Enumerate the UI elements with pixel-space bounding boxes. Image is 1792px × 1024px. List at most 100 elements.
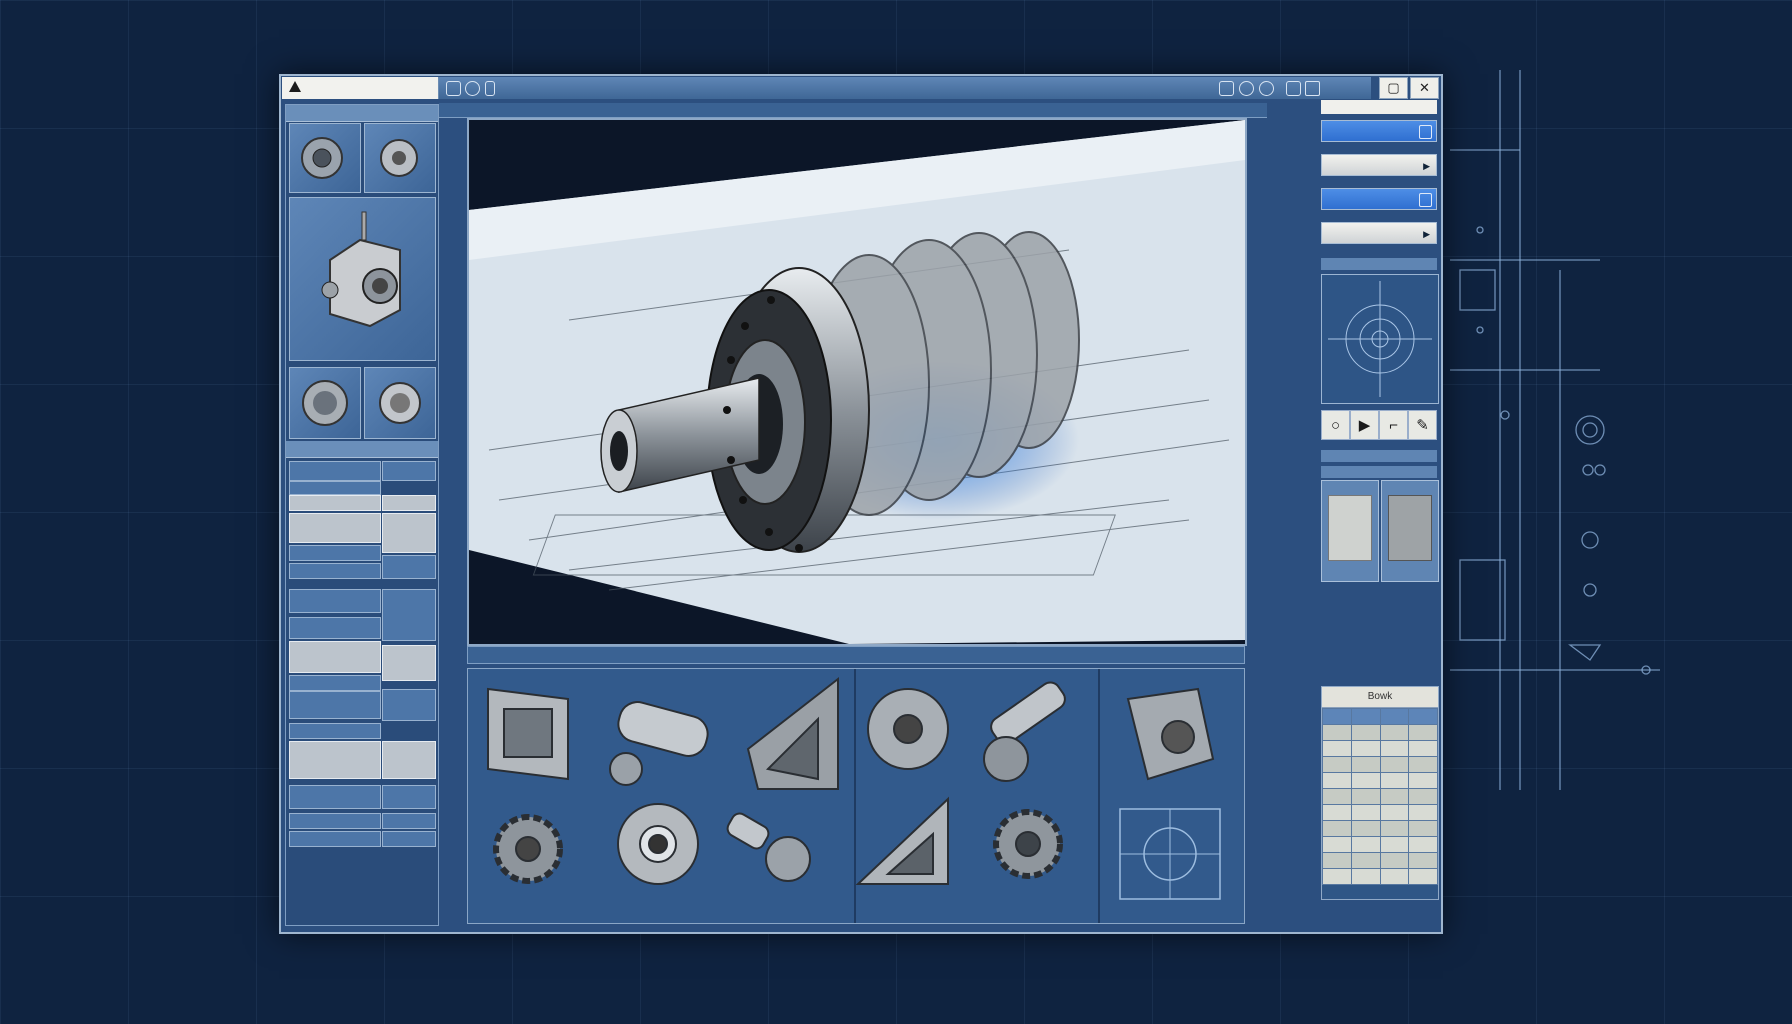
layer-icon[interactable] <box>1286 81 1301 96</box>
table-row[interactable] <box>1322 724 1438 741</box>
option-button-4[interactable]: ▶ <box>1321 222 1437 244</box>
maximize-button[interactable]: ▢ <box>1379 77 1408 99</box>
gallery-item-housing-block <box>1126 687 1215 781</box>
property-field[interactable] <box>289 481 381 495</box>
property-field[interactable] <box>289 617 381 639</box>
part-thumbnail-seal[interactable] <box>364 367 436 439</box>
corner-tool-button[interactable]: ⌐ <box>1379 410 1408 440</box>
gallery-item-flange-wheel <box>867 688 949 770</box>
table-row[interactable] <box>1322 788 1438 805</box>
blueprint-drawing <box>1450 70 1660 790</box>
properties-panel: ▶ ▶ ○ ▶ ⌐ ✎ Bowk <box>1321 100 1439 924</box>
part-thumbnail-hub[interactable] <box>364 123 436 193</box>
pen-tool-button[interactable]: ✎ <box>1408 410 1437 440</box>
snap-icon[interactable] <box>1259 81 1274 96</box>
settings-gear-button[interactable] <box>382 645 436 681</box>
gallery-item-bearing-ring <box>617 803 699 885</box>
chevron-right-icon: ▶ <box>1423 229 1430 239</box>
orbit-icon[interactable] <box>465 81 480 96</box>
gear-tool-button[interactable] <box>382 589 436 641</box>
gallery-item-drawing-plan <box>1119 808 1221 900</box>
valve-body-icon <box>321 211 401 328</box>
property-field[interactable] <box>289 741 381 779</box>
gallery-item-bracket-frame <box>487 687 569 781</box>
rotor-assembly-model <box>469 120 1245 644</box>
view-icon[interactable] <box>446 81 461 96</box>
property-field[interactable] <box>289 691 381 719</box>
property-field[interactable] <box>289 495 381 511</box>
app-menu-area[interactable] <box>282 77 439 99</box>
crosshair-preview-icon <box>1328 281 1432 397</box>
option-button-2[interactable]: ▶ <box>1321 154 1437 176</box>
section-header-sub <box>1321 466 1437 478</box>
table-row[interactable] <box>1322 772 1438 789</box>
seal-icon <box>379 382 421 424</box>
grid-icon[interactable] <box>485 81 495 96</box>
parts-library-panel <box>285 104 439 926</box>
property-field[interactable] <box>382 813 436 829</box>
gallery-item-corner-brace <box>855 796 949 885</box>
pen-icon[interactable] <box>1305 81 1320 96</box>
part-thumbnail-ring[interactable] <box>289 367 361 439</box>
parts-gallery <box>467 668 1245 924</box>
property-field[interactable] <box>289 831 381 847</box>
gallery-item-shaft-pin <box>983 681 1066 782</box>
gallery-parts-art <box>487 676 1221 900</box>
part-thumbnail-valve-body[interactable] <box>289 197 436 361</box>
model-viewport[interactable] <box>467 118 1247 646</box>
table-row[interactable] <box>1322 852 1438 869</box>
property-field[interactable] <box>382 555 436 579</box>
property-field[interactable] <box>382 689 436 721</box>
option-button-3[interactable] <box>1321 188 1437 210</box>
gallery-item-gear-small <box>493 814 563 884</box>
table-row[interactable] <box>1322 868 1438 885</box>
gallery-divider <box>854 669 856 923</box>
option-button-1[interactable] <box>1321 120 1437 142</box>
circle-tool-button[interactable]: ○ <box>1321 410 1350 440</box>
gear-settings-button[interactable] <box>382 513 436 553</box>
property-field[interactable] <box>382 831 436 847</box>
table-row[interactable] <box>1322 820 1438 837</box>
table-row[interactable] <box>1322 756 1438 773</box>
gallery-item-gear-pinion <box>993 809 1063 879</box>
table-row[interactable] <box>1322 804 1438 821</box>
print-icon[interactable] <box>1219 81 1234 96</box>
property-field[interactable] <box>382 785 436 809</box>
property-field[interactable] <box>382 461 436 481</box>
material-swatch-a[interactable] <box>1321 480 1379 582</box>
properties-subheader <box>286 441 438 458</box>
property-field[interactable] <box>289 675 381 691</box>
property-field[interactable] <box>289 461 381 481</box>
property-field[interactable] <box>289 589 381 613</box>
property-field[interactable] <box>382 495 436 511</box>
window-controls: ▢ ✕ <box>1379 77 1439 99</box>
flange-icon <box>301 137 343 179</box>
section-header-preview <box>1321 258 1437 270</box>
preview-box[interactable] <box>1321 274 1439 404</box>
chevron-right-icon: ▶ <box>1423 161 1430 171</box>
property-field[interactable] <box>289 563 381 579</box>
diamond-tool-button[interactable] <box>382 741 436 779</box>
parts-panel-header <box>286 105 438 122</box>
table-row[interactable] <box>1322 740 1438 757</box>
property-field[interactable] <box>289 641 381 673</box>
zoom-icon[interactable] <box>1239 81 1254 96</box>
table-header: Bowk <box>1322 687 1438 708</box>
play-tool-button[interactable]: ▶ <box>1350 410 1379 440</box>
data-table <box>1322 708 1438 885</box>
table-row[interactable] <box>1322 836 1438 853</box>
viewport-statusbar <box>467 646 1245 664</box>
property-field[interactable] <box>289 785 381 809</box>
app-logo-icon <box>289 81 301 92</box>
property-field[interactable] <box>289 545 381 561</box>
cad-window: ▢ ✕ ▶ ▶ ○ ▶ ⌐ ✎ Bowk <box>279 74 1443 934</box>
material-swatch-b[interactable] <box>1381 480 1439 582</box>
part-thumbnail-flange[interactable] <box>289 123 361 193</box>
close-button[interactable]: ✕ <box>1410 77 1439 99</box>
property-field[interactable] <box>289 513 381 543</box>
property-field[interactable] <box>289 813 381 829</box>
data-table-panel: Bowk <box>1321 686 1439 900</box>
gallery-item-coupling-pipe <box>609 701 709 786</box>
doc-icon <box>1419 125 1432 139</box>
property-field[interactable] <box>289 723 381 739</box>
